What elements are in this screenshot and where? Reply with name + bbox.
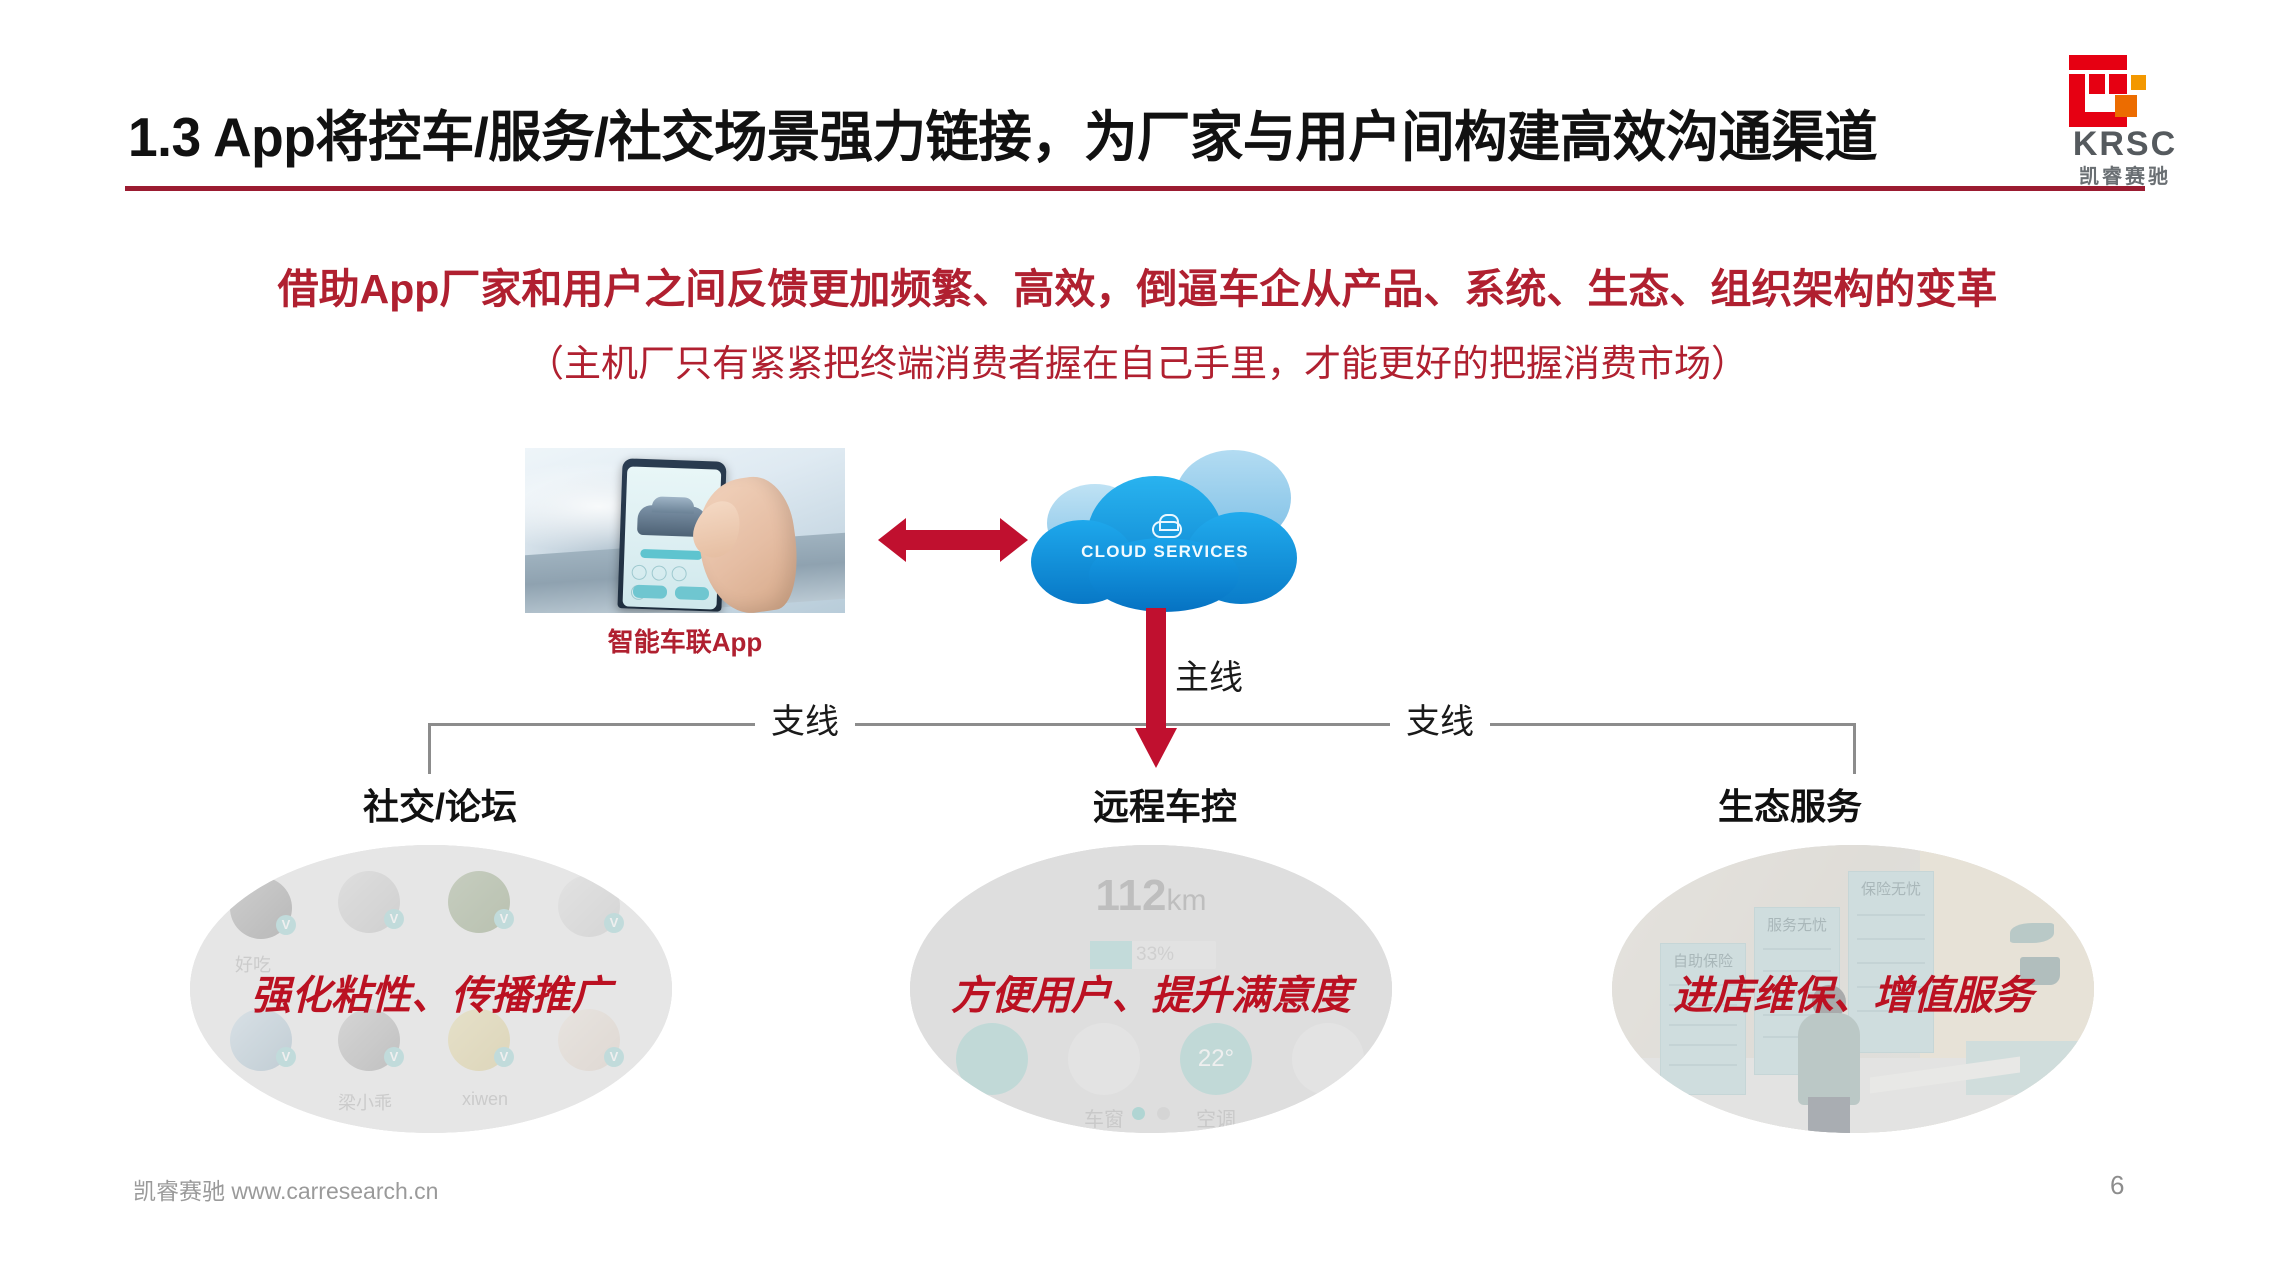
app-action-1: [632, 584, 668, 599]
cloud-services-graphic: CLOUD SERVICES: [1025, 432, 1305, 612]
app-icon-row: [630, 564, 709, 601]
page-title: 1.3 App将控车/服务/社交场景强力链接，为厂家与用户间构建高效沟通渠道: [128, 106, 1878, 168]
oval-caption-social: 强化粘性、传播推广: [251, 974, 611, 1018]
app-action-2: [674, 586, 710, 601]
subtitle-primary: 借助App厂家和用户之间反馈更加频繁、高效，倒逼车企从产品、系统、生态、组织架构…: [277, 266, 1998, 312]
oval-remote-car-control: 112km 33% 门锁 车窗 22° 空调 发送导航 方便用户、提升满意度: [910, 845, 1392, 1133]
app-primary-button: [640, 548, 703, 561]
subtitle-secondary: （主机厂只有紧紧把终端消费者握在自己手里，才能更好的把握消费市场）: [527, 343, 1748, 384]
main-line-arrow-icon: [1135, 608, 1177, 768]
logo-chinese-text: 凯睿赛驰: [2079, 166, 2171, 188]
company-logo: KRSC 凯睿赛驰: [2055, 55, 2195, 188]
logo-mark-icon: [2065, 55, 2157, 127]
branch-label-left: 支线: [755, 692, 855, 745]
oval-ecosystem-service: 自助保险 服务无忧 保险无忧: [1612, 845, 2094, 1133]
oval-caption-remote: 方便用户、提升满意度: [951, 974, 1351, 1018]
cloud-label: CLOUD SERVICES: [1081, 542, 1249, 561]
branch-title-remote-control: 远程车控: [1025, 774, 1305, 834]
branch-title-social: 社交/论坛: [300, 774, 580, 834]
bidirectional-arrow-icon: [878, 515, 1028, 565]
smartphone-photo: [525, 448, 845, 613]
title-divider: [125, 186, 2145, 191]
branch-title-ecosystem: 生态服务: [1650, 774, 1930, 834]
connector-horizontal-right: [1513, 723, 1856, 726]
branch-label-right: 支线: [1390, 692, 1490, 745]
cloud-icon: [1149, 514, 1183, 538]
logo-latin-text: KRSC: [2072, 125, 2178, 163]
page-number: 6: [2110, 1170, 2125, 1200]
slide-root: 1.3 App将控车/服务/社交场景强力链接，为厂家与用户间构建高效沟通渠道 K…: [0, 0, 2275, 1280]
footer-brand: 凯睿赛驰 www.carresearch.cn: [133, 1178, 439, 1204]
oval-caption-service: 进店维保、增值服务: [1673, 974, 2033, 1018]
phone-caption: 智能车联App: [607, 627, 763, 657]
oval-social-forum: V V V V 好吃 V V V V 梁小乖 xiwen 强化粘性、传播推广: [190, 845, 672, 1133]
connector-horizontal: [428, 723, 1513, 726]
main-line-label: 主线: [1175, 659, 1243, 697]
